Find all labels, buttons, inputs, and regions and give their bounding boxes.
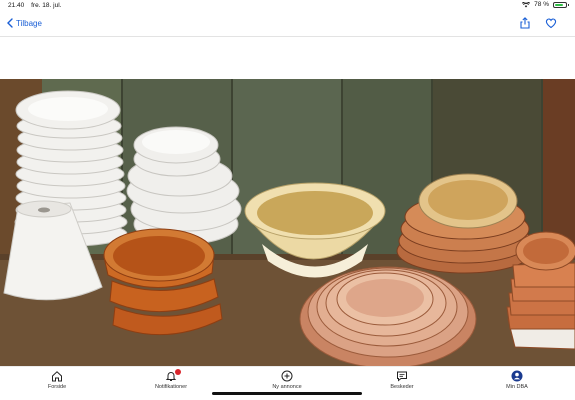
- status-right: 78 %: [522, 1, 569, 8]
- tab-beskeder[interactable]: Beskeder: [362, 370, 442, 390]
- pottery-image: [0, 79, 575, 366]
- listing-photo[interactable]: [0, 79, 575, 366]
- tab-label-forside: Forside: [47, 384, 67, 390]
- listing-detail-screen: 21.40 fre. 18. jul. 78 % Tilbage Forside…: [0, 0, 575, 400]
- tab-ny-annonce[interactable]: Ny annonce: [247, 370, 327, 390]
- nav-divider: [0, 36, 575, 37]
- profile-icon: [511, 370, 523, 382]
- battery-icon: [553, 1, 569, 8]
- back-label: Tilbage: [16, 18, 42, 28]
- status-left: 21.40 fre. 18. jul.: [8, 2, 66, 9]
- battery-percent: 78 %: [534, 1, 549, 8]
- tab-label-min-dba: Min DBA: [506, 384, 528, 390]
- tab-label-ny-annonce: Ny annonce: [272, 384, 302, 390]
- tab-forside[interactable]: Forside: [17, 370, 97, 390]
- status-time: 21.40: [8, 2, 25, 9]
- tab-label-notifikationer: Notifikationer: [154, 384, 188, 390]
- tab-min-dba[interactable]: Min DBA: [477, 370, 557, 390]
- chevron-left-icon: [7, 18, 13, 28]
- chat-icon: [397, 371, 407, 382]
- plus-circle-icon: [281, 370, 293, 382]
- tab-notifikationer[interactable]: Notifikationer: [131, 369, 211, 390]
- share-icon[interactable]: [519, 17, 531, 29]
- home-icon: [52, 371, 62, 382]
- notification-badge: [175, 369, 181, 375]
- status-bar: 21.40 fre. 18. jul. 78 %: [0, 0, 575, 12]
- heart-icon[interactable]: [545, 17, 557, 29]
- home-indicator: [212, 392, 362, 395]
- status-date: fre. 18. jul.: [31, 2, 62, 9]
- wifi-icon: [522, 1, 531, 7]
- nav-bar: Tilbage: [0, 12, 575, 36]
- tab-label-beskeder: Beskeder: [390, 384, 414, 390]
- battery-fill: [555, 3, 563, 6]
- nav-actions: [519, 17, 557, 29]
- back-button[interactable]: Tilbage: [6, 18, 42, 28]
